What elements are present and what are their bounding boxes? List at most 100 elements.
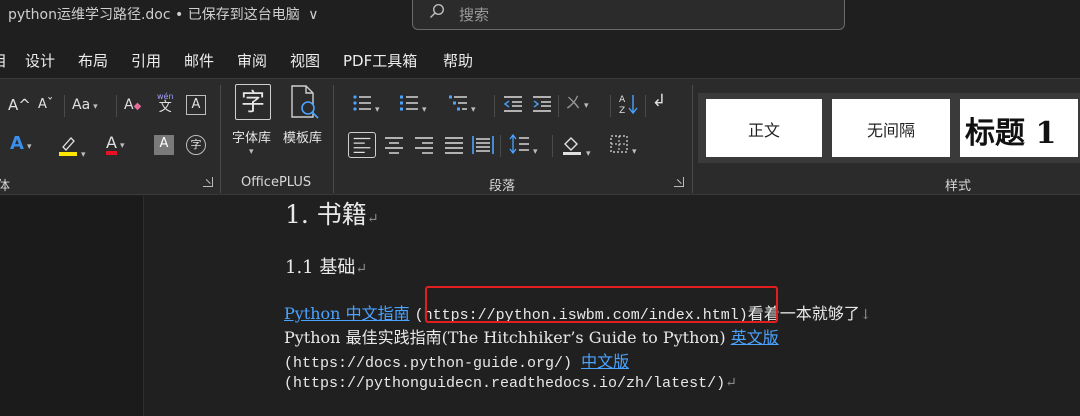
style-heading-1[interactable]: 标题 1 — [960, 99, 1078, 157]
tab-design[interactable]: 设计 — [25, 50, 55, 71]
template-library-label: 模板库 — [283, 131, 323, 146]
divider — [494, 95, 495, 117]
numbering-button[interactable]: ▾ — [399, 94, 427, 119]
paragraph-mark: ↵ — [725, 375, 737, 391]
chevron-down-icon: ▾ — [375, 105, 380, 115]
enclose-char-button[interactable]: 字 — [186, 135, 206, 155]
multilevel-list-icon — [449, 95, 467, 111]
font-dialog-launcher[interactable] — [203, 177, 213, 187]
search-box[interactable]: 搜索 — [412, 0, 845, 30]
align-right-icon[interactable] — [414, 136, 434, 154]
font-color-button[interactable]: A ▾ — [106, 135, 124, 155]
font-color-label: A — [106, 135, 117, 155]
chevron-down-icon: ▾ — [471, 105, 476, 115]
bullet-list-icon — [353, 95, 371, 111]
divider — [64, 95, 65, 117]
paragraph-mark: ↵ — [366, 211, 379, 227]
change-case-button[interactable]: Aa ▾ — [72, 96, 98, 116]
highlight-button[interactable]: ▾ — [58, 135, 86, 164]
heading-1-text: 1. 书籍 — [285, 200, 367, 229]
style-normal-label: 正文 — [747, 121, 780, 140]
chevron-down-icon: ▾ — [93, 102, 98, 112]
paragraph-line-2: Python 最佳实践指南(The Hitchhiker’s Guide to … — [284, 324, 779, 348]
borders-button[interactable]: ▾ — [609, 134, 637, 161]
char-shading-button[interactable]: A — [154, 135, 174, 155]
document-title-text: python运维学习路径.doc • 已保存到这台电脑 — [8, 7, 300, 23]
paragraph-group-label: 段落 — [489, 179, 516, 194]
pythonguidecn-url-text: (https://pythonguidecn.readthedocs.io/zh… — [284, 375, 726, 392]
divider — [558, 95, 559, 117]
chevron-down-icon: ▾ — [586, 149, 591, 159]
tab-directory[interactable]: 目 — [0, 50, 7, 71]
style-no-spacing[interactable]: 无间隔 — [832, 99, 950, 157]
text-effect-button[interactable]: A ▾ — [10, 135, 31, 156]
document-workspace: 1. 书籍↵ 1.1 基础↵ Python 中文指南 (https://pyth… — [0, 196, 1080, 416]
phonetic-guide-char: 文 — [158, 100, 172, 115]
chevron-down-icon: ▾ — [249, 147, 254, 157]
line-spacing-button[interactable]: ▾ — [508, 133, 538, 161]
tab-help[interactable]: 帮助 — [443, 50, 473, 71]
line-spacing-icon — [509, 133, 529, 155]
paragraph-mark: ↵ — [355, 261, 368, 277]
show-marks-icon[interactable]: ↲ — [652, 92, 666, 110]
group-divider — [220, 85, 221, 193]
multilevel-list-button[interactable]: ▾ — [448, 94, 476, 119]
chevron-down-icon: ▾ — [422, 105, 427, 115]
paragraph-line-4: (https://pythonguidecn.readthedocs.io/zh… — [284, 372, 737, 392]
svg-text:A: A — [619, 95, 626, 105]
tab-pdf-toolbox[interactable]: PDF工具箱 — [343, 50, 417, 71]
english-version-link[interactable]: 英文版 — [731, 328, 779, 347]
phonetic-guide-button[interactable]: wén 文 — [157, 91, 174, 115]
svg-text:Z: Z — [619, 106, 625, 115]
sort-icon[interactable]: A Z — [618, 93, 640, 115]
bullets-button[interactable]: ▾ — [352, 94, 380, 119]
paragraph-dialog-launcher[interactable] — [674, 177, 684, 187]
search-icon — [430, 3, 445, 18]
tab-review[interactable]: 审阅 — [237, 50, 267, 71]
divider — [500, 135, 501, 157]
align-center-icon[interactable] — [384, 136, 404, 154]
paragraph-line-3: (https://docs.python-guide.org/) 中文版 — [284, 348, 629, 372]
chinese-layout-button[interactable]: ㄨ ▾ — [565, 94, 589, 115]
chevron-down-icon: ▾ — [533, 147, 538, 157]
font-library-icon: 字 — [235, 84, 271, 120]
decrease-indent-icon[interactable] — [503, 95, 523, 113]
document-title[interactable]: python运维学习路径.doc • 已保存到这台电脑 ∨ — [8, 4, 318, 24]
numbered-list-icon — [400, 95, 418, 111]
increase-indent-icon[interactable] — [532, 95, 552, 113]
font-library-label: 字体库 — [232, 131, 272, 146]
python-guide-url-text: (https://docs.python-guide.org/) — [284, 355, 582, 372]
ribbon: A^ Aˇ Aa ▾ A◆ wén 文 A A ▾ ▾ A ▾ A 字 体 字 … — [0, 78, 1080, 195]
divider — [552, 135, 553, 157]
chevron-down-icon: ▾ — [632, 147, 637, 157]
heading-1: 1. 书籍↵ — [285, 195, 379, 231]
heading-2-text: 1.1 基础 — [285, 257, 356, 278]
chevron-down-icon: ▾ — [119, 141, 125, 151]
shading-button[interactable]: ▾ — [561, 134, 591, 163]
styles-group-label: 样式 — [945, 179, 972, 194]
style-normal[interactable]: 正文 — [706, 99, 822, 157]
chevron-down-icon: ▾ — [81, 150, 86, 160]
distributed-icon[interactable] — [472, 135, 494, 155]
line-break-mark: ↓ — [859, 307, 872, 323]
tab-mailings[interactable]: 邮件 — [184, 50, 214, 71]
tab-references[interactable]: 引用 — [131, 50, 161, 71]
clear-format-button[interactable]: A◆ — [124, 96, 141, 116]
paint-bucket-icon — [563, 137, 581, 155]
borders-icon — [610, 135, 628, 153]
template-search-icon — [291, 85, 319, 119]
chinese-version-link[interactable]: 中文版 — [581, 352, 629, 371]
char-border-button[interactable]: A — [186, 95, 206, 115]
group-divider — [692, 85, 693, 193]
style-no-spacing-label: 无间隔 — [866, 121, 915, 140]
justify-icon[interactable] — [444, 136, 464, 154]
python-guide-cn-link[interactable]: Python 中文指南 — [284, 304, 410, 323]
line-2-text: Python 最佳实践指南(The Hitchhiker’s Guide to … — [284, 328, 731, 347]
tab-layout[interactable]: 布局 — [78, 50, 108, 71]
grow-font-button[interactable]: A^ — [8, 96, 31, 114]
tab-view[interactable]: 视图 — [290, 50, 320, 71]
shrink-font-button[interactable]: Aˇ — [38, 96, 53, 114]
chevron-down-icon: ▾ — [584, 101, 589, 111]
align-left-icon[interactable] — [348, 132, 376, 158]
highlight-annotation-box — [425, 286, 778, 323]
